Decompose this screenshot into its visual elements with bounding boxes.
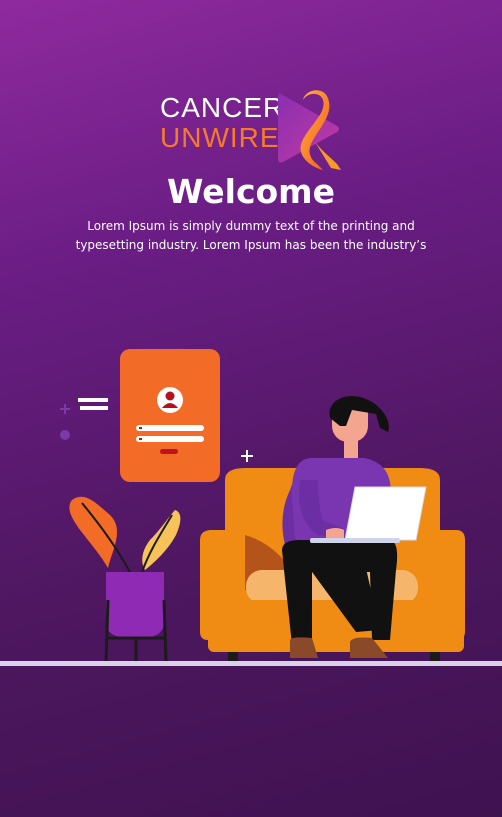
floor-line bbox=[0, 661, 502, 666]
welcome-description: Lorem Ipsum is simply dummy text of the … bbox=[75, 219, 427, 252]
person-on-sofa-illustration bbox=[60, 349, 465, 664]
welcome-title: Welcome bbox=[167, 172, 335, 211]
brand-logo: CANCER UNWIRED bbox=[160, 88, 345, 173]
play-ribbon-icon bbox=[278, 90, 341, 170]
plant-illustration bbox=[69, 496, 181, 663]
login-card-illustration bbox=[120, 349, 220, 482]
